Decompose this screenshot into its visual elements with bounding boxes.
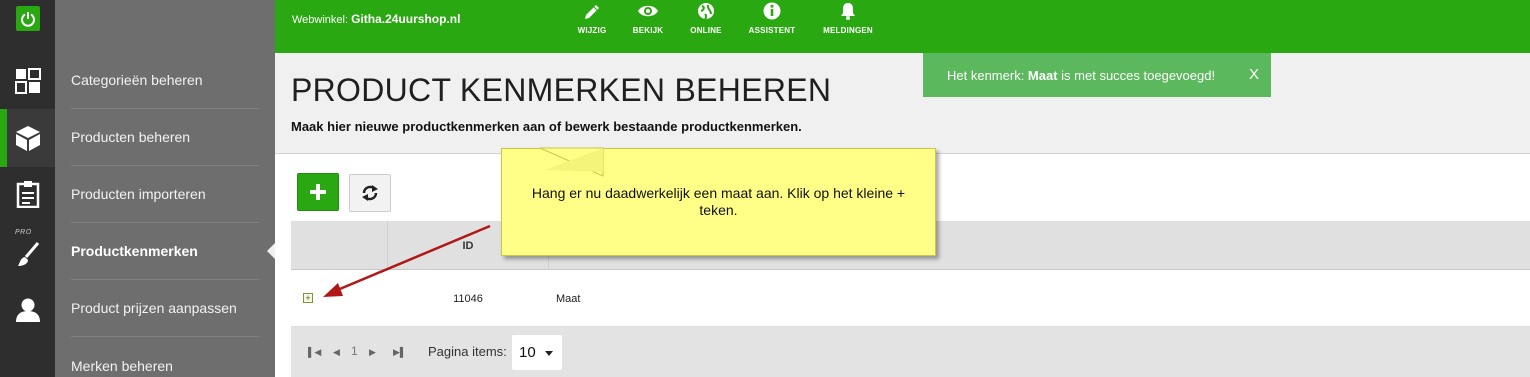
sidebar-menu: Categorieën beheren Producten beheren Pr… <box>55 0 275 377</box>
help-tooltip: Hang er nu daadwerkelijk een maat aan. K… <box>501 148 936 256</box>
last-page-icon[interactable]: ▶▌ <box>393 347 406 358</box>
top-bar: Webwinkel: Githa.24uurshop.nl WIJZIG BEK… <box>275 0 1530 53</box>
wijzig-button[interactable]: WIJZIG <box>562 0 622 53</box>
cell-name: Maat <box>556 292 581 305</box>
success-notification: Het kenmerk: Maat is met succes toegevoe… <box>923 53 1271 97</box>
add-button[interactable] <box>297 173 339 211</box>
table-row[interactable]: + 11046 Maat <box>291 270 1530 327</box>
meldingen-button[interactable]: MELDINGEN <box>818 0 878 53</box>
eye-icon <box>638 5 658 17</box>
notice-text: Het kenmerk: Maat is met succes toegevoe… <box>947 68 1215 83</box>
page-title: PRODUCT KENMERKEN BEHEREN <box>291 72 832 108</box>
refresh-icon <box>362 185 378 201</box>
chevron-down-icon <box>545 351 553 356</box>
sidebar-item-merken[interactable]: Merken beheren <box>71 337 259 377</box>
user-icon[interactable] <box>0 285 55 335</box>
bekijk-button[interactable]: BEKIJK <box>618 0 678 53</box>
pencil-icon <box>585 5 599 19</box>
shop-prefix: Webwinkel: <box>292 14 349 26</box>
clipboard-icon[interactable] <box>0 168 55 220</box>
plus-icon <box>310 184 326 200</box>
sidebar-item-label: Producten beheren <box>71 129 191 145</box>
assistent-label: ASSISTENT <box>748 26 796 35</box>
info-icon <box>763 2 781 20</box>
current-page[interactable]: 1 <box>351 344 358 358</box>
notice-prefix: Het kenmerk: <box>947 67 1028 83</box>
online-label: ONLINE <box>690 26 722 35</box>
notice-name: Maat <box>1027 67 1058 83</box>
page-items-label: Pagina items: <box>428 344 507 359</box>
sidebar-item-producten[interactable]: Producten beheren <box>71 109 259 166</box>
sidebar-item-label: Producten importeren <box>71 186 206 202</box>
shop-label: Webwinkel: Githa.24uurshop.nl <box>292 12 460 26</box>
pager: ▌◀ ◀ 1 ▶ ▶▌ Pagina items: 10 <box>291 327 1530 377</box>
page-subtitle: Maak hier nieuwe productkenmerken aan of… <box>291 119 802 134</box>
notice-suffix: is met succes toegevoegd! <box>1057 67 1216 83</box>
box-icon[interactable] <box>0 109 55 167</box>
sidebar-item-label: Categorieën beheren <box>71 72 203 88</box>
brush-icon[interactable] <box>0 236 55 272</box>
expand-plus-icon[interactable]: + <box>303 293 313 303</box>
meldingen-label: MELDINGEN <box>823 26 873 35</box>
cell-id: 11046 <box>453 292 483 305</box>
page-items-select[interactable]: 10 <box>512 335 562 370</box>
shop-name[interactable]: Githa.24uurshop.nl <box>351 12 460 26</box>
tooltip-text: Hang er nu daadwerkelijk een maat aan. K… <box>531 185 906 218</box>
active-menu-pointer <box>267 243 275 259</box>
sidebar-item-label: Product prijzen aanpassen <box>71 300 237 316</box>
sidebar-item-importeren[interactable]: Producten importeren <box>71 166 259 223</box>
globe-icon <box>698 3 714 20</box>
bell-icon <box>841 3 855 20</box>
dashboard-icon[interactable] <box>0 55 55 107</box>
sidebar-item-label: Productkenmerken <box>71 243 198 259</box>
close-icon[interactable]: X <box>1249 66 1259 83</box>
sidebar-item-label: Merken beheren <box>71 357 173 374</box>
sidebar-item-prijzen[interactable]: Product prijzen aanpassen <box>71 280 259 337</box>
assistent-button[interactable]: ASSISTENT <box>742 0 802 53</box>
wijzig-label: WIJZIG <box>577 26 607 35</box>
online-button[interactable]: ONLINE <box>676 0 736 53</box>
prev-page-icon[interactable]: ◀ <box>333 347 340 358</box>
bekijk-label: BEKIJK <box>632 26 664 35</box>
icon-rail: PRO <box>0 0 55 377</box>
pro-label: PRO <box>15 229 32 236</box>
page-items-value: 10 <box>519 344 536 361</box>
refresh-button[interactable] <box>349 174 391 212</box>
sidebar-item-productkenmerken[interactable]: Productkenmerken <box>71 223 259 280</box>
next-page-icon[interactable]: ▶ <box>369 347 376 358</box>
sidebar-item-categorieen[interactable]: Categorieën beheren <box>71 52 259 109</box>
power-icon[interactable] <box>16 6 40 31</box>
first-page-icon[interactable]: ▌◀ <box>308 347 321 358</box>
